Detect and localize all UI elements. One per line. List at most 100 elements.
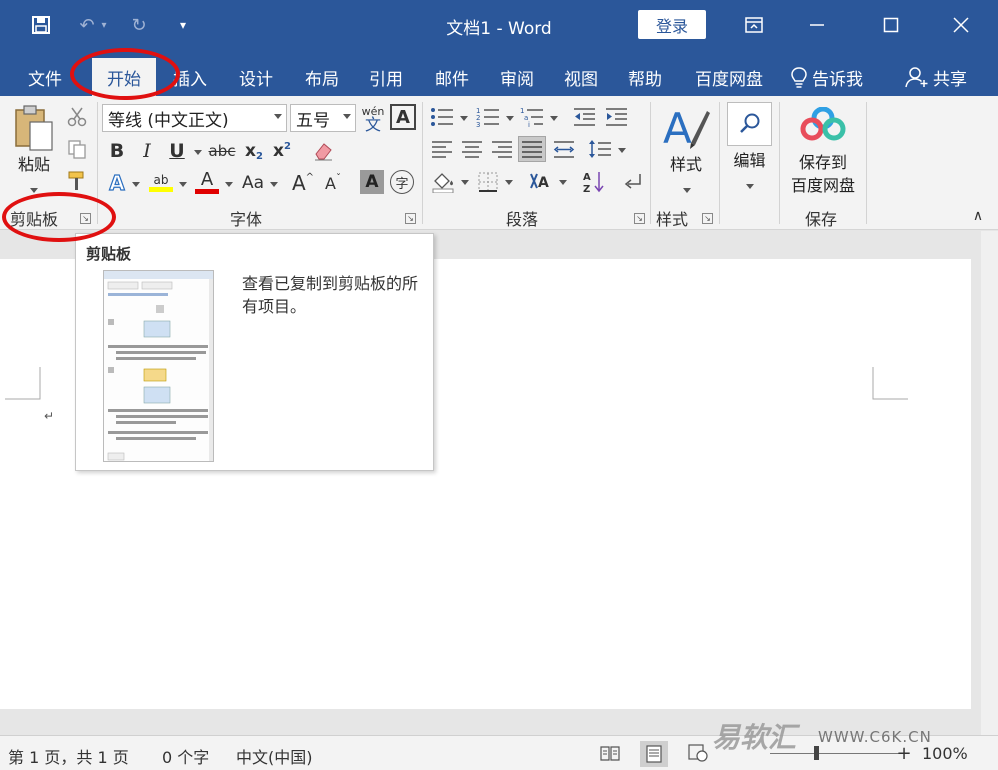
clipboard-launcher-icon[interactable]: ↘ [80,213,91,224]
styles-gallery-icon[interactable]: A [660,102,712,154]
sort-icon[interactable]: AZ [580,168,608,196]
underline-dropdown-icon[interactable] [194,150,202,155]
styles-button-label[interactable]: 样式 [662,154,710,176]
bold-button[interactable]: B [104,138,130,164]
tab-design[interactable]: 设计 [228,58,284,96]
paste-icon[interactable] [10,102,58,158]
baidu-cloud-icon[interactable] [798,106,848,142]
format-painter-icon[interactable] [64,168,90,194]
text-effects-dropdown-icon[interactable] [132,182,140,187]
ribbon-display-options-icon[interactable] [725,0,783,50]
line-spacing-dropdown-icon[interactable] [618,148,626,153]
grow-font-button[interactable]: A ^ [290,170,316,196]
shrink-font-button[interactable]: Aˇ [320,170,346,196]
change-case-button[interactable]: Aa [238,170,268,196]
zoom-slider-thumb[interactable] [814,746,819,760]
distributed-icon[interactable] [550,136,578,162]
word-count[interactable]: 0 个字 [162,744,209,768]
find-icon[interactable] [727,102,772,146]
font-size-combo[interactable]: 五号 [290,104,356,132]
tab-file[interactable]: 文件 [18,58,72,96]
chinese-layout-icon[interactable]: A [526,168,556,196]
align-left-icon[interactable] [428,136,456,162]
tab-review[interactable]: 审阅 [489,58,545,96]
change-case-dropdown-icon[interactable] [270,182,278,187]
multilevel-dropdown-icon[interactable] [550,116,558,121]
font-launcher-icon[interactable]: ↘ [405,213,416,224]
align-right-icon[interactable] [488,136,516,162]
char-border-icon[interactable]: A [390,104,416,130]
tab-insert[interactable]: 插入 [164,58,216,96]
multilevel-list-icon[interactable]: 1ai [518,104,546,130]
vertical-scrollbar[interactable] [981,231,998,735]
collapse-ribbon-icon[interactable]: ∧ [968,206,988,226]
cut-icon[interactable] [64,104,90,130]
tab-help[interactable]: 帮助 [617,58,673,96]
share-button[interactable]: 共享 [905,58,967,96]
phonetic-guide-icon[interactable]: wén 文 [360,102,386,134]
editing-dropdown-icon[interactable] [746,184,754,189]
numbering-dropdown-icon[interactable] [506,116,514,121]
strikethrough-button[interactable]: abc [206,138,238,164]
paste-dropdown-icon[interactable] [30,188,38,193]
chinese-layout-dropdown-icon[interactable] [559,180,567,185]
text-effects-icon[interactable]: A [104,170,130,196]
shading-dropdown-icon[interactable] [461,180,469,185]
font-color-icon[interactable]: A [192,168,222,196]
bullets-dropdown-icon[interactable] [460,116,468,121]
read-mode-icon[interactable] [598,741,622,765]
tab-home[interactable]: 开始 [92,58,156,96]
borders-icon[interactable] [474,168,502,196]
redo-icon[interactable]: ↻ [124,10,154,40]
numbering-icon[interactable]: 123 [474,104,502,130]
login-button[interactable]: 登录 [638,10,706,39]
italic-button[interactable]: I [134,138,160,164]
font-color-dropdown-icon[interactable] [225,182,233,187]
styles-dropdown-icon[interactable] [683,188,691,193]
page-count[interactable]: 第 1 页，共 1 页 [8,744,129,768]
web-layout-icon[interactable] [686,741,710,765]
minimize-icon[interactable] [788,0,846,50]
text-highlight-icon[interactable]: ab [146,168,176,196]
highlight-label: ab [153,172,169,187]
subscript-button[interactable]: x2 [242,138,266,164]
save-to-netdisk-label-1[interactable]: 保存到 [784,152,862,174]
line-spacing-icon[interactable] [586,136,614,162]
increase-indent-icon[interactable] [602,104,630,130]
borders-dropdown-icon[interactable] [505,180,513,185]
underline-button[interactable]: U [164,138,190,164]
font-name-combo[interactable]: 等线 (中文正文) [102,104,287,132]
save-to-netdisk-label-2[interactable]: 百度网盘 [784,175,862,197]
language-indicator[interactable]: 中文(中国) [236,744,313,768]
justify-icon[interactable] [518,136,546,162]
tab-view[interactable]: 视图 [553,58,609,96]
tab-references[interactable]: 引用 [358,58,414,96]
customize-qat-icon[interactable]: ▾ [168,10,198,40]
paragraph-launcher-icon[interactable]: ↘ [634,213,645,224]
maximize-icon[interactable] [862,0,920,50]
zoom-level[interactable]: 100% [922,744,968,763]
bullets-icon[interactable] [428,104,456,130]
tab-layout[interactable]: 布局 [294,58,350,96]
show-formatting-marks-icon[interactable] [618,168,646,196]
save-group-label: 保存 [805,210,838,229]
tab-mailings[interactable]: 邮件 [424,58,480,96]
styles-launcher-icon[interactable]: ↘ [702,213,713,224]
undo-dropdown-icon[interactable]: ▾ [96,10,112,40]
paste-label[interactable]: 粘贴 [12,154,56,176]
save-icon[interactable] [26,10,56,40]
character-shading-button[interactable]: A [360,170,384,194]
tab-baidu-netdisk[interactable]: 百度网盘 [686,58,772,96]
enclose-characters-button[interactable]: 字 [390,170,414,194]
tell-me-box[interactable]: 告诉我 [790,58,863,96]
superscript-button[interactable]: x2 [270,138,294,164]
print-layout-icon[interactable] [640,741,668,767]
highlight-dropdown-icon[interactable] [179,182,187,187]
close-icon[interactable] [932,0,990,50]
editing-button-label[interactable]: 编辑 [727,150,772,172]
decrease-indent-icon[interactable] [570,104,598,130]
clear-formatting-icon[interactable] [310,138,336,164]
align-center-icon[interactable] [458,136,486,162]
shading-icon[interactable] [428,168,458,196]
copy-icon[interactable] [64,136,90,162]
